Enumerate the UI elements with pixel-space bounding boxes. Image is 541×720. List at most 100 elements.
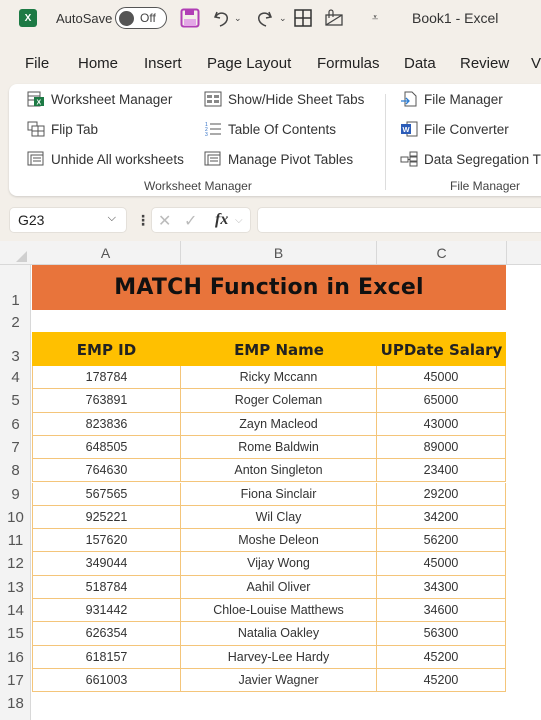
salary-cell[interactable]: 56200 bbox=[377, 529, 506, 553]
salary-cell[interactable]: 34200 bbox=[377, 505, 506, 530]
name-box[interactable]: G23 ⌵ bbox=[9, 207, 127, 233]
column-header-b[interactable]: B bbox=[181, 241, 377, 265]
data-segregation-button[interactable]: Data Segregation T bbox=[400, 151, 541, 167]
emp-id-cell[interactable]: 157620 bbox=[32, 529, 181, 553]
salary-cell[interactable]: 89000 bbox=[377, 435, 506, 460]
emp-name-cell[interactable]: Harvey-Lee Hardy bbox=[181, 645, 377, 669]
row-header-9[interactable]: 9 bbox=[0, 483, 31, 506]
emp-id-cell[interactable]: 178784 bbox=[32, 366, 181, 390]
row-header-15[interactable]: 15 bbox=[0, 622, 31, 645]
salary-cell[interactable]: 45000 bbox=[377, 552, 506, 576]
emp-id-cell[interactable]: 823836 bbox=[32, 412, 181, 436]
row-header-1[interactable]: 1 bbox=[0, 265, 31, 310]
emp-id-cell[interactable]: 661003 bbox=[32, 668, 181, 693]
manage-pivot-tables-button[interactable]: Manage Pivot Tables bbox=[204, 151, 353, 167]
column-header-c[interactable]: C bbox=[377, 241, 507, 265]
customize-toolbar-icon[interactable]: ⩡ bbox=[372, 6, 378, 30]
emp-name-cell[interactable]: Natalia Oakley bbox=[181, 622, 377, 646]
row-header-7[interactable]: 7 bbox=[0, 436, 31, 459]
header-update-salary[interactable]: UPDate Salary bbox=[377, 332, 506, 366]
redo-icon[interactable] bbox=[254, 6, 274, 30]
tab-review[interactable]: Review bbox=[460, 55, 509, 72]
emp-id-cell[interactable]: 925221 bbox=[32, 505, 181, 530]
row-header-3[interactable]: 3 bbox=[0, 332, 31, 366]
formula-input[interactable] bbox=[257, 207, 541, 233]
tab-insert[interactable]: Insert bbox=[144, 55, 182, 72]
emp-id-cell[interactable]: 567565 bbox=[32, 482, 181, 506]
worksheet-manager-button[interactable]: X Worksheet Manager bbox=[27, 91, 172, 107]
emp-name-cell[interactable]: Aahil Oliver bbox=[181, 575, 377, 599]
tab-file[interactable]: File bbox=[25, 55, 49, 72]
more-options-icon[interactable]: ⋮ bbox=[136, 212, 150, 229]
row-header-4[interactable]: 4 bbox=[0, 366, 31, 389]
header-emp-name[interactable]: EMP Name bbox=[181, 332, 377, 366]
save-icon[interactable] bbox=[180, 6, 200, 30]
emp-name-cell[interactable]: Anton Singleton bbox=[181, 459, 377, 483]
emp-id-cell[interactable]: 626354 bbox=[32, 622, 181, 646]
tab-home[interactable]: Home bbox=[78, 55, 118, 72]
emp-name-cell[interactable]: Roger Coleman bbox=[181, 389, 377, 413]
salary-cell[interactable]: 45000 bbox=[377, 366, 506, 390]
salary-cell[interactable]: 34300 bbox=[377, 575, 506, 599]
row-header-12[interactable]: 12 bbox=[0, 552, 31, 575]
salary-cell[interactable]: 45200 bbox=[377, 645, 506, 669]
row-header-2[interactable]: 2 bbox=[0, 310, 31, 332]
salary-cell[interactable]: 43000 bbox=[377, 412, 506, 436]
table-of-contents-button[interactable]: 123 Table Of Contents bbox=[204, 121, 336, 138]
emp-name-cell[interactable]: Vijay Wong bbox=[181, 552, 377, 576]
row-header-5[interactable]: 5 bbox=[0, 389, 31, 412]
file-converter-button[interactable]: W File Converter bbox=[400, 121, 509, 137]
tab-data[interactable]: Data bbox=[404, 55, 436, 72]
flip-tab-button[interactable]: Flip Tab bbox=[27, 121, 98, 137]
emp-id-cell[interactable]: 648505 bbox=[32, 435, 181, 460]
fx-dropdown-icon[interactable]: ⌵ bbox=[235, 215, 243, 226]
emp-name-cell[interactable]: Chloe-Louise Matthews bbox=[181, 599, 377, 623]
tab-view[interactable]: V bbox=[531, 55, 541, 72]
header-emp-id[interactable]: EMP ID bbox=[32, 332, 181, 366]
salary-cell[interactable]: 34600 bbox=[377, 599, 506, 623]
emp-id-cell[interactable]: 349044 bbox=[32, 552, 181, 576]
column-header-d[interactable] bbox=[507, 241, 541, 265]
show-hide-sheet-tabs-button[interactable]: Show/Hide Sheet Tabs bbox=[204, 91, 364, 107]
column-header-a[interactable]: A bbox=[31, 241, 181, 265]
redo-dropdown-icon[interactable]: ⌄ bbox=[279, 6, 287, 30]
emp-id-cell[interactable]: 618157 bbox=[32, 645, 181, 669]
sheet-title-cell[interactable]: MATCH Function in Excel bbox=[32, 265, 506, 310]
row-header-6[interactable]: 6 bbox=[0, 413, 31, 436]
tab-formulas[interactable]: Formulas bbox=[317, 55, 380, 72]
row-header-14[interactable]: 14 bbox=[0, 599, 31, 622]
row-header-13[interactable]: 13 bbox=[0, 576, 31, 599]
row-header-11[interactable]: 11 bbox=[0, 529, 31, 552]
autosave-toggle[interactable]: Off bbox=[115, 7, 167, 29]
row-header-18[interactable]: 18 bbox=[0, 692, 31, 715]
emp-name-cell[interactable]: Zayn Macleod bbox=[181, 412, 377, 436]
row-header-10[interactable]: 10 bbox=[0, 506, 31, 529]
emp-id-cell[interactable]: 764630 bbox=[32, 459, 181, 483]
undo-dropdown-icon[interactable]: ⌄ bbox=[234, 6, 242, 30]
tab-page-layout[interactable]: Page Layout bbox=[207, 55, 291, 72]
chevron-down-icon[interactable]: ⌵ bbox=[108, 212, 116, 225]
emp-name-cell[interactable]: Wil Clay bbox=[181, 505, 377, 530]
enter-check-icon[interactable]: ✓ bbox=[184, 211, 197, 231]
row-header-16[interactable]: 16 bbox=[0, 646, 31, 669]
salary-cell[interactable]: 56300 bbox=[377, 622, 506, 646]
emp-name-cell[interactable]: Javier Wagner bbox=[181, 668, 377, 693]
emp-name-cell[interactable]: Ricky Mccann bbox=[181, 366, 377, 390]
emp-name-cell[interactable]: Fiona Sinclair bbox=[181, 482, 377, 506]
emp-name-cell[interactable]: Moshe Deleon bbox=[181, 529, 377, 553]
row-header-8[interactable]: 8 bbox=[0, 459, 31, 482]
emp-id-cell[interactable]: 763891 bbox=[32, 389, 181, 413]
email-attach-icon[interactable] bbox=[324, 6, 344, 30]
emp-name-cell[interactable]: Rome Baldwin bbox=[181, 435, 377, 460]
insert-function-icon[interactable]: fx bbox=[215, 211, 228, 229]
file-manager-button[interactable]: File Manager bbox=[400, 91, 503, 107]
salary-cell[interactable]: 65000 bbox=[377, 389, 506, 413]
unhide-all-worksheets-button[interactable]: Unhide All worksheets bbox=[27, 151, 184, 167]
undo-icon[interactable] bbox=[212, 6, 232, 30]
salary-cell[interactable]: 29200 bbox=[377, 482, 506, 506]
row-header-17[interactable]: 17 bbox=[0, 669, 31, 692]
select-all-button[interactable] bbox=[0, 241, 31, 265]
salary-cell[interactable]: 45200 bbox=[377, 668, 506, 693]
salary-cell[interactable]: 23400 bbox=[377, 459, 506, 483]
emp-id-cell[interactable]: 518784 bbox=[32, 575, 181, 599]
